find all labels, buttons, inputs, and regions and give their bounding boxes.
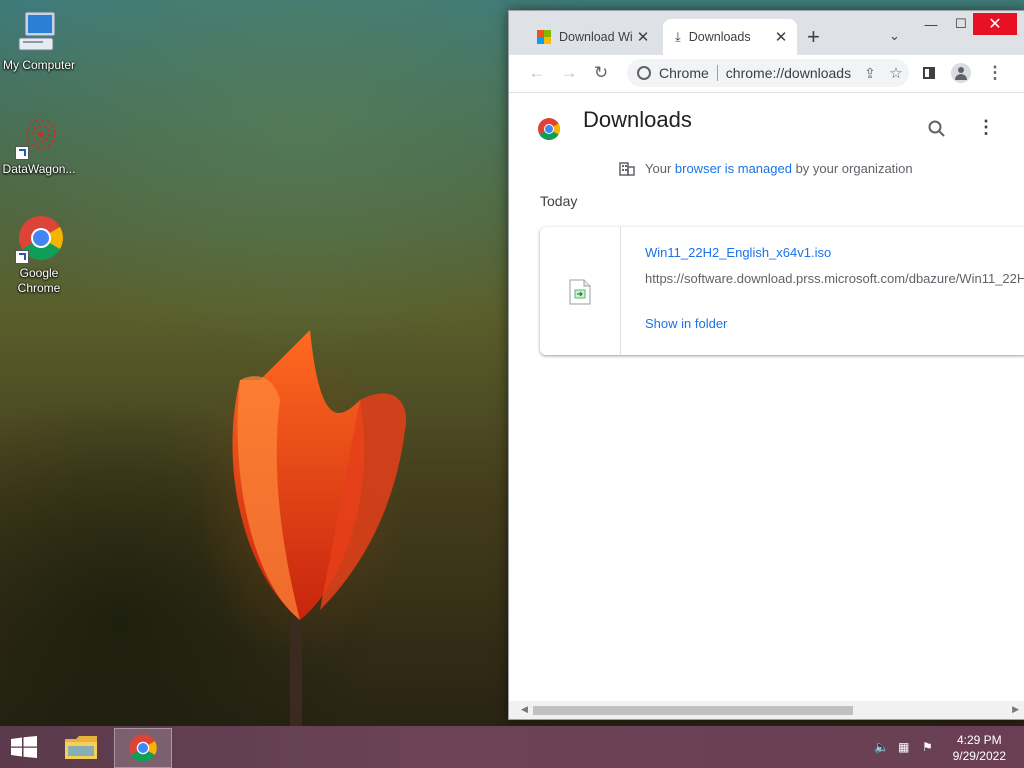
tab-title: Download Windows — [559, 30, 633, 44]
share-icon[interactable]: ⇪ — [857, 65, 883, 82]
horizontal-scrollbar[interactable]: ◀ ▶ — [509, 701, 1024, 719]
minimize-button[interactable]: — — [915, 13, 947, 35]
downloads-page: Downloads ⋮ Your browser is managed by y… — [509, 92, 1024, 701]
wallpaper-tulip — [200, 320, 440, 740]
file-icon — [569, 279, 591, 310]
taskbar-file-explorer[interactable] — [60, 728, 102, 766]
microsoft-logo-icon — [537, 30, 551, 44]
managed-notice: Your browser is managed by your organiza… — [619, 161, 913, 176]
back-button[interactable]: ← — [521, 59, 553, 87]
download-item: Win11_22H2_English_x64v1.iso https://sof… — [540, 227, 1024, 355]
chrome-icon — [15, 216, 63, 264]
page-more-menu-icon[interactable]: ⋮ — [977, 117, 995, 138]
desktop-icon-label: My Computer — [2, 58, 76, 72]
tab-search-chevron-icon[interactable]: ⌄ — [889, 28, 900, 44]
start-button[interactable] — [6, 728, 42, 766]
address-bar[interactable]: Chrome chrome://downloads ⇪ ☆ — [627, 59, 909, 87]
shortcut-arrow-icon — [15, 146, 29, 160]
omnibox-site-label: Chrome — [659, 65, 709, 81]
download-source-url: https://software.download.prss.microsoft… — [645, 271, 1024, 286]
windows-logo-icon — [11, 736, 37, 758]
taskbar: 🔈 ▦ ⚑ 4:29 PM 9/29/2022 — [0, 726, 1024, 768]
managed-suffix: by your organization — [791, 161, 913, 176]
side-panel-icon[interactable] — [913, 59, 945, 87]
desktop-icon-google-chrome[interactable]: Google Chrome — [1, 216, 77, 296]
chrome-icon — [129, 734, 157, 762]
tab-downloads[interactable]: ⤓ Downloads ✕ — [663, 19, 797, 55]
network-icon[interactable]: ▦ — [898, 740, 914, 754]
page-title: Downloads — [583, 107, 692, 132]
show-in-folder-link[interactable]: Show in folder — [645, 316, 727, 331]
scrollbar-thumb[interactable] — [533, 706, 853, 715]
desktop-icon-label: Google Chrome — [17, 266, 61, 295]
system-clock[interactable]: 4:29 PM 9/29/2022 — [953, 732, 1006, 764]
toolbar: ← → ↻ Chrome chrome://downloads ⇪ ☆ ⋮ — [509, 55, 1024, 91]
volume-muted-icon[interactable]: 🔈 — [874, 740, 890, 754]
reload-button[interactable]: ↻ — [585, 59, 617, 87]
desktop-icon-datawagon[interactable]: DataWagon... — [1, 112, 77, 177]
download-icon: ⤓ — [675, 29, 681, 44]
managed-link[interactable]: browser is managed — [675, 161, 792, 176]
bookmark-star-icon[interactable]: ☆ — [883, 64, 909, 82]
chrome-logo-icon — [537, 117, 561, 146]
clock-time: 4:29 PM — [956, 733, 1002, 747]
omnibox-url[interactable]: chrome://downloads — [726, 65, 857, 81]
action-center-icon[interactable]: ⚑ — [922, 740, 938, 754]
managed-prefix: Your — [645, 161, 675, 176]
desktop-icon-label: DataWagon... — [2, 162, 76, 176]
desktop-icon-my-computer[interactable]: My Computer — [1, 8, 77, 73]
download-file-name[interactable]: Win11_22H2_English_x64v1.iso — [645, 245, 831, 260]
tab-download-windows[interactable]: Download Windows ✕ — [521, 19, 659, 55]
search-downloads-icon[interactable] — [927, 119, 947, 139]
scroll-left-arrow-icon[interactable]: ◀ — [521, 704, 528, 715]
section-today-label: Today — [540, 193, 578, 209]
tab-close-icon[interactable]: ✕ — [633, 27, 653, 47]
tab-strip: Download Windows ✕ ⤓ Downloads ✕ + ⌄ — ☐… — [509, 11, 1024, 55]
new-tab-button[interactable]: + — [807, 26, 820, 48]
building-icon — [619, 161, 635, 176]
omnibox-separator — [716, 65, 718, 81]
tab-title: Downloads — [688, 30, 751, 44]
chrome-page-icon — [637, 66, 651, 80]
chrome-window: Download Windows ✕ ⤓ Downloads ✕ + ⌄ — ☐… — [508, 10, 1024, 720]
datawagon-icon — [15, 112, 63, 160]
scroll-right-arrow-icon[interactable]: ▶ — [1012, 704, 1019, 715]
forward-button[interactable]: → — [553, 59, 585, 87]
tab-close-icon[interactable]: ✕ — [771, 27, 791, 47]
close-window-button[interactable]: ✕ — [973, 13, 1017, 35]
taskbar-chrome[interactable] — [114, 728, 172, 768]
profile-avatar-icon[interactable] — [945, 59, 977, 87]
shortcut-arrow-icon — [15, 250, 29, 264]
folder-icon — [65, 736, 97, 759]
clock-date: 9/29/2022 — [952, 749, 1006, 763]
computer-icon — [15, 8, 63, 56]
browser-menu-icon[interactable]: ⋮ — [979, 59, 1011, 87]
download-file-icon-area — [540, 227, 621, 355]
